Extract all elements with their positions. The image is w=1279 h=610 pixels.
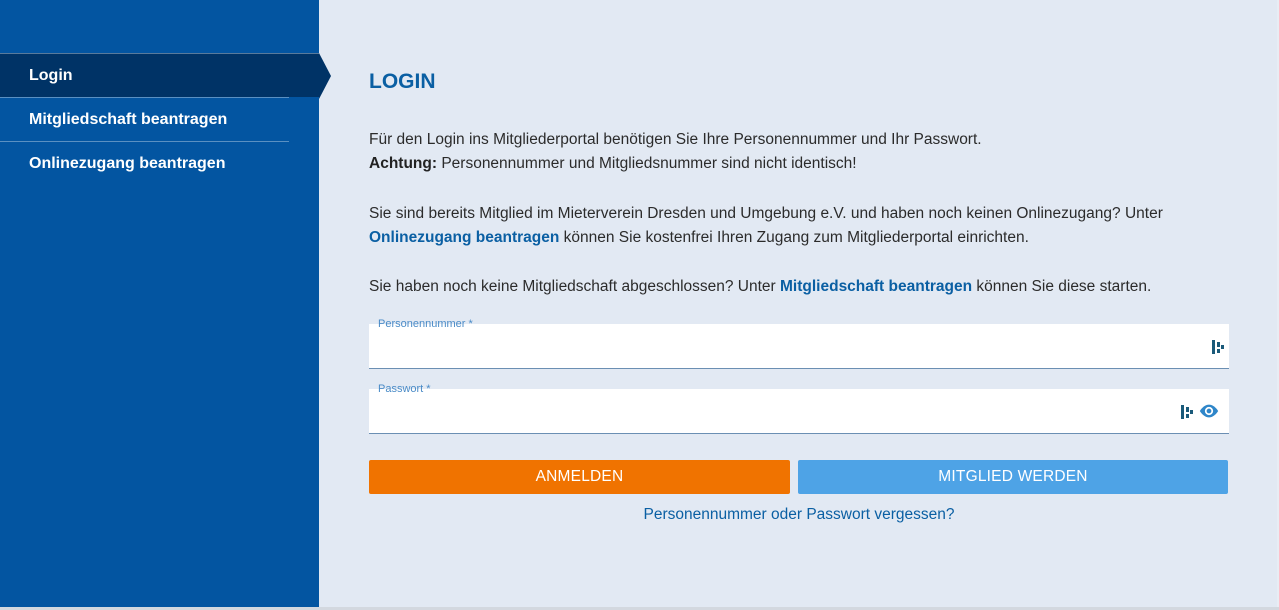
onlinezugang-link[interactable]: Onlinezugang beantragen: [369, 229, 559, 246]
sidebar-item-mitgliedschaft[interactable]: Mitgliedschaft beantragen: [0, 97, 289, 141]
passwort-label: Passwort *: [378, 383, 431, 395]
onlinezugang-text-end: können Sie kostenfrei Ihren Zugang zum M…: [559, 229, 1029, 246]
warning-text: Personennummer und Mitgliedsnummer sind …: [437, 155, 857, 172]
mitgliedschaft-text-end: können Sie diese starten.: [972, 278, 1152, 295]
forgot-credentials-link[interactable]: Personennummer oder Passwort vergessen?: [369, 506, 1229, 524]
sidebar: Login Mitgliedschaft beantragen Onlinezu…: [0, 0, 331, 608]
intro-paragraph: Für den Login ins Mitgliederportal benöt…: [369, 128, 1229, 176]
mitgliedschaft-text: Sie haben noch keine Mitgliedschaft abge…: [369, 278, 781, 295]
page-title: LOGIN: [369, 70, 436, 93]
passwort-field: Passwort *: [369, 383, 1229, 434]
login-button[interactable]: ANMELDEN: [369, 460, 790, 494]
sidebar-item-label: Onlinezugang beantragen: [29, 154, 226, 172]
onlinezugang-paragraph: Sie sind bereits Mitglied im Mieterverei…: [369, 202, 1229, 250]
eye-icon[interactable]: [1198, 401, 1220, 421]
personennummer-input[interactable]: [377, 340, 1161, 366]
sidebar-nav: Login Mitgliedschaft beantragen Onlinezu…: [0, 53, 331, 185]
sidebar-item-label: Login: [29, 66, 73, 84]
personennummer-label: Personennummer *: [378, 318, 473, 330]
password-manager-icon[interactable]: [1212, 339, 1224, 355]
passwort-input[interactable]: [377, 405, 1161, 431]
password-manager-icon[interactable]: [1181, 404, 1193, 420]
mitgliedschaft-link[interactable]: Mitgliedschaft beantragen: [780, 278, 972, 295]
onlinezugang-text: Sie sind bereits Mitglied im Mieterverei…: [369, 205, 1163, 222]
warning-label: Achtung:: [369, 155, 438, 172]
sidebar-item-login[interactable]: Login: [0, 53, 331, 99]
sidebar-item-label: Mitgliedschaft beantragen: [29, 110, 228, 128]
become-member-button[interactable]: MITGLIED WERDEN: [798, 460, 1228, 494]
intro-text: Für den Login ins Mitgliederportal benöt…: [369, 131, 982, 148]
sidebar-item-onlinezugang[interactable]: Onlinezugang beantragen: [0, 141, 289, 185]
personennummer-field: Personennummer *: [369, 318, 1229, 369]
mitgliedschaft-paragraph: Sie haben noch keine Mitgliedschaft abge…: [369, 275, 1229, 299]
